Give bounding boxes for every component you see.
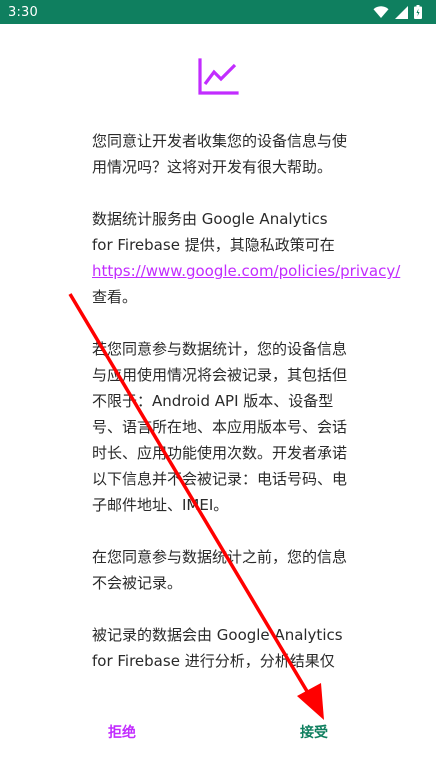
paragraph-analysis: 被记录的数据会由 Google Analytics for Firebase 进… xyxy=(92,626,343,670)
consent-text: 您同意让开发者收集您的设备信息与使用情况吗？这将对开发有很大帮助。 数据统计服务… xyxy=(92,128,400,700)
status-icons xyxy=(373,5,422,19)
privacy-policy-link[interactable]: https://www.google.com/policies/privacy/ xyxy=(92,262,400,280)
paragraph-before-consent: 在您同意参与数据统计之前，您的信息不会被记录。 xyxy=(92,548,348,592)
wifi-icon xyxy=(373,5,389,19)
status-time: 3:30 xyxy=(8,4,38,20)
decline-button[interactable]: 拒绝 xyxy=(108,722,136,742)
battery-icon xyxy=(414,5,422,19)
dialog-buttons: 拒绝 接受 xyxy=(0,712,436,752)
paragraph-details: 若您同意参与数据统计，您的设备信息与应用使用情况将会被记录，其包括但不限于：An… xyxy=(92,340,348,514)
analytics-chart-icon xyxy=(197,58,239,96)
signal-icon xyxy=(395,5,408,19)
paragraph-provider: 数据统计服务由 Google Analytics for Firebase 提供… xyxy=(92,206,400,310)
status-bar: 3:30 xyxy=(0,0,436,24)
paragraph-provider-suffix: 查看。 xyxy=(92,288,138,306)
paragraph-intro: 您同意让开发者收集您的设备信息与使用情况吗？这将对开发有很大帮助。 xyxy=(92,132,348,176)
accept-button[interactable]: 接受 xyxy=(300,722,328,742)
paragraph-provider-prefix: 数据统计服务由 Google Analytics for Firebase 提供… xyxy=(92,210,335,254)
